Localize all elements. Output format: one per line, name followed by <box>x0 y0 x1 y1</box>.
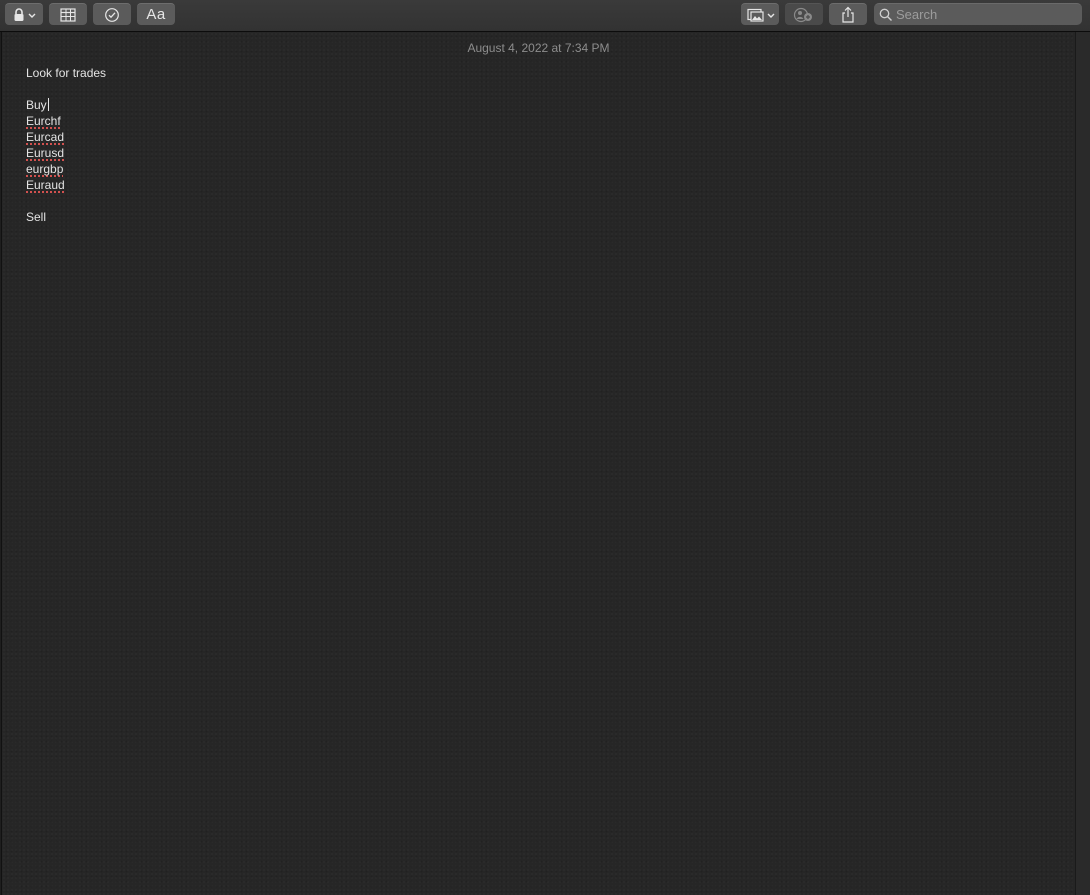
search-field[interactable] <box>874 3 1082 25</box>
note-title: Look for trades <box>26 66 107 80</box>
buy-item: Eurusd <box>26 145 106 161</box>
buy-heading-line: Buy <box>26 97 106 113</box>
lock-icon <box>14 7 36 21</box>
photo-icon <box>747 8 775 22</box>
buy-item-text: eurgbp <box>26 162 64 176</box>
buy-item: Euraud <box>26 177 106 193</box>
share-button[interactable] <box>829 3 867 25</box>
table-button[interactable] <box>49 3 87 25</box>
toolbar: Aa <box>0 0 1090 32</box>
search-icon <box>879 8 892 21</box>
buy-item-text: Euraud <box>26 178 65 192</box>
note-editor[interactable]: August 4, 2022 at 7:34 PM Look for trade… <box>1 32 1075 895</box>
add-media-button[interactable] <box>741 3 779 25</box>
table-icon <box>60 7 76 22</box>
search-input[interactable] <box>896 4 1076 24</box>
buy-item-text: Eurusd <box>26 146 65 160</box>
buy-item-text: Eurchf <box>26 114 61 128</box>
share-icon <box>842 6 854 23</box>
scrollbar-track[interactable] <box>1075 32 1090 895</box>
note-date: August 4, 2022 at 7:34 PM <box>467 41 610 55</box>
add-people-icon <box>793 7 812 22</box>
buy-item: eurgbp <box>26 161 106 177</box>
lock-note-button[interactable] <box>5 3 43 25</box>
buy-item-text: Eurcad <box>26 130 65 144</box>
buy-item: Eurchf <box>26 113 106 129</box>
buy-item: Eurcad <box>26 129 106 145</box>
add-people-button[interactable] <box>785 3 823 25</box>
format-button[interactable]: Aa <box>137 3 175 25</box>
checklist-button[interactable] <box>93 3 131 25</box>
buy-heading: Buy <box>26 98 47 112</box>
format-label: Aa <box>146 6 166 23</box>
note-body[interactable]: Look for trades Buy Eurchf Eurcad Eurusd… <box>26 65 106 225</box>
checklist-icon <box>105 7 119 22</box>
text-cursor <box>47 98 49 111</box>
sell-heading: Sell <box>26 210 47 224</box>
